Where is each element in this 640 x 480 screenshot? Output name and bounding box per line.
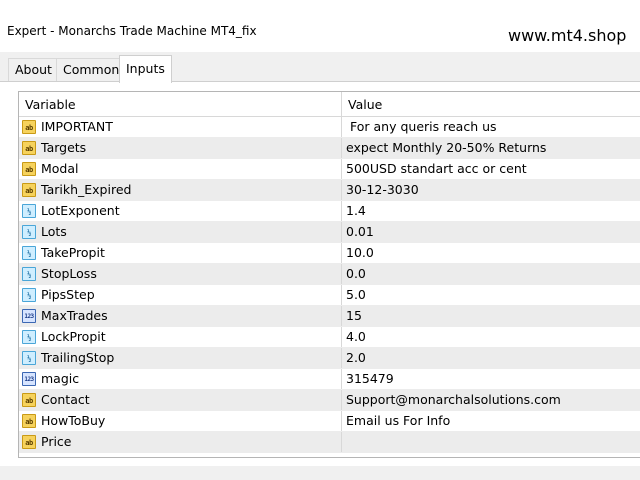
variable-name: Targets [41, 140, 87, 155]
double-type-icon: ½ [22, 288, 36, 302]
table-row[interactable]: ½ LotExponent 1.4 [19, 201, 640, 222]
variable-name: MaxTrades [41, 308, 108, 323]
variable-cell: ab Price [19, 432, 342, 452]
value-cell[interactable]: 30-12-3030 [342, 180, 640, 200]
variable-cell: ½ TrailingStop [19, 348, 342, 368]
table-row[interactable]: ab Price [19, 432, 640, 453]
table-row[interactable]: ½ TrailingStop 2.0 [19, 348, 640, 369]
variable-cell: ab IMPORTANT [19, 117, 342, 137]
table-row[interactable]: ab Contact Support@monarchalsolutions.com [19, 390, 640, 411]
value-cell[interactable]: Email us For Info [342, 411, 640, 431]
window-bottom [0, 466, 640, 480]
grid-rows: ab IMPORTANT For any queris reach us ab Targ… [19, 117, 640, 453]
tab-common[interactable]: Common [56, 58, 127, 82]
double-type-icon: ½ [22, 246, 36, 260]
integer-type-icon: 123 [22, 309, 36, 323]
variable-cell: ½ Lots [19, 222, 342, 242]
variable-cell: 123 MaxTrades [19, 306, 342, 326]
value-cell[interactable]: 0.01 [342, 222, 640, 242]
table-row[interactable]: ab IMPORTANT For any queris reach us [19, 117, 640, 138]
variable-cell: ½ PipsStep [19, 285, 342, 305]
variable-name: HowToBuy [41, 413, 106, 428]
value-cell[interactable] [342, 432, 640, 452]
value-cell[interactable]: 315479 [342, 369, 640, 389]
variable-cell: ab Tarikh_Expired [19, 180, 342, 200]
variable-cell: ½ StopLoss [19, 264, 342, 284]
value-cell[interactable]: For any queris reach us [342, 117, 640, 137]
table-row[interactable]: ab Targets expect Monthly 20-50% Returns [19, 138, 640, 159]
column-header-variable[interactable]: Variable [19, 92, 342, 117]
inputs-panel: Variable Value ab IMPORTANT For any queris… [0, 81, 640, 466]
title-bar: Expert - Monarchs Trade Machine MT4_fix … [0, 0, 640, 52]
tab-about[interactable]: About [8, 58, 59, 82]
table-row[interactable]: ½ LockPropit 4.0 [19, 327, 640, 348]
value-cell[interactable]: 10.0 [342, 243, 640, 263]
table-row[interactable]: ab Tarikh_Expired 30-12-3030 [19, 180, 640, 201]
variable-cell: ab Contact [19, 390, 342, 410]
table-row[interactable]: 123 magic 315479 [19, 369, 640, 390]
value-cell[interactable]: 1.4 [342, 201, 640, 221]
string-type-icon: ab [22, 141, 36, 155]
table-row[interactable]: ½ Lots 0.01 [19, 222, 640, 243]
variable-name: PipsStep [41, 287, 95, 302]
variable-name: Price [41, 434, 72, 449]
variable-cell: ½ LockPropit [19, 327, 342, 347]
inputs-grid: Variable Value ab IMPORTANT For any queris… [18, 91, 640, 458]
table-row[interactable]: ½ PipsStep 5.0 [19, 285, 640, 306]
value-cell[interactable]: 5.0 [342, 285, 640, 305]
value-cell[interactable]: 15 [342, 306, 640, 326]
variable-name: StopLoss [41, 266, 97, 281]
double-type-icon: ½ [22, 330, 36, 344]
variable-cell: 123 magic [19, 369, 342, 389]
value-cell[interactable]: expect Monthly 20-50% Returns [342, 138, 640, 158]
double-type-icon: ½ [22, 225, 36, 239]
variable-name: LotExponent [41, 203, 120, 218]
value-cell[interactable]: 4.0 [342, 327, 640, 347]
integer-type-icon: 123 [22, 372, 36, 386]
variable-cell: ab HowToBuy [19, 411, 342, 431]
variable-cell: ab Modal [19, 159, 342, 179]
string-type-icon: ab [22, 183, 36, 197]
tab-inputs[interactable]: Inputs [119, 55, 172, 83]
variable-name: Lots [41, 224, 67, 239]
variable-name: Contact [41, 392, 90, 407]
table-row[interactable]: ½ TakePropit 10.0 [19, 243, 640, 264]
double-type-icon: ½ [22, 204, 36, 218]
table-row[interactable]: ½ StopLoss 0.0 [19, 264, 640, 285]
variable-name: LockPropit [41, 329, 106, 344]
window-title: Expert - Monarchs Trade Machine MT4_fix [7, 24, 257, 38]
variable-cell: ½ TakePropit [19, 243, 342, 263]
value-cell[interactable]: 0.0 [342, 264, 640, 284]
variable-name: IMPORTANT [41, 119, 113, 134]
value-cell[interactable]: 2.0 [342, 348, 640, 368]
value-cell[interactable]: Support@monarchalsolutions.com [342, 390, 640, 410]
variable-name: Tarikh_Expired [41, 182, 132, 197]
string-type-icon: ab [22, 435, 36, 449]
tab-strip: About Common Inputs [0, 52, 640, 83]
variable-cell: ab Targets [19, 138, 342, 158]
string-type-icon: ab [22, 393, 36, 407]
table-row[interactable]: 123 MaxTrades 15 [19, 306, 640, 327]
variable-name: magic [41, 371, 80, 386]
variable-name: Modal [41, 161, 79, 176]
double-type-icon: ½ [22, 351, 36, 365]
column-header-value[interactable]: Value [342, 92, 640, 117]
double-type-icon: ½ [22, 267, 36, 281]
variable-name: TakePropit [41, 245, 105, 260]
variable-cell: ½ LotExponent [19, 201, 342, 221]
string-type-icon: ab [22, 120, 36, 134]
table-row[interactable]: ab Modal 500USD standart acc or cent [19, 159, 640, 180]
value-cell[interactable]: 500USD standart acc or cent [342, 159, 640, 179]
table-row[interactable]: ab HowToBuy Email us For Info [19, 411, 640, 432]
variable-name: TrailingStop [41, 350, 115, 365]
watermark-text: www.mt4.shop [508, 26, 627, 45]
string-type-icon: ab [22, 414, 36, 428]
grid-header: Variable Value [19, 92, 640, 117]
string-type-icon: ab [22, 162, 36, 176]
